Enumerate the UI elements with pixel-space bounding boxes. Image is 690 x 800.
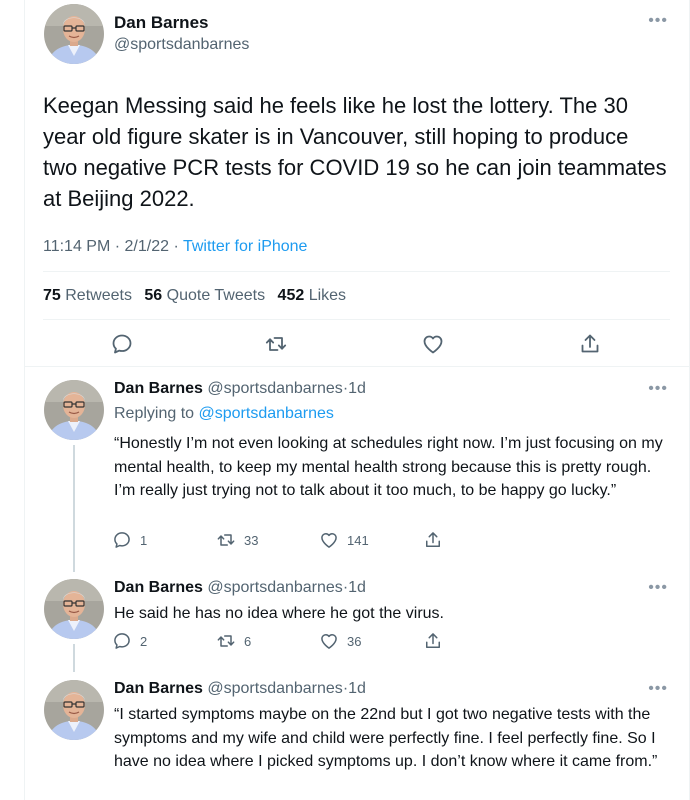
reply-tweet: Dan Barnes @sportsdanbarnes·1d ••• “I st… bbox=[24, 680, 690, 800]
quotes-stat[interactable]: 56 Quote Tweets bbox=[144, 287, 265, 304]
author-handle[interactable]: @sportsdanbarnes bbox=[207, 680, 342, 697]
section-divider bbox=[24, 366, 690, 367]
like-icon[interactable] bbox=[421, 332, 445, 356]
like-count: 36 bbox=[347, 633, 362, 649]
reply-header: Dan Barnes @sportsdanbarnes·1d bbox=[114, 680, 366, 698]
quotes-label: Quote Tweets bbox=[166, 287, 266, 304]
main-tweet: Dan Barnes @sportsdanbarnes ••• Keegan M… bbox=[24, 0, 690, 366]
author-name[interactable]: Dan Barnes bbox=[114, 680, 203, 697]
tweet-stats: 75 Retweets 56 Quote Tweets 452 Likes bbox=[43, 287, 346, 305]
avatar[interactable] bbox=[44, 579, 104, 639]
avatar[interactable] bbox=[44, 680, 104, 740]
reply-text: He said he has no idea where he got the … bbox=[114, 605, 444, 622]
tweet-actions bbox=[24, 330, 690, 358]
like-icon[interactable]: 141 bbox=[319, 530, 369, 550]
time-ago[interactable]: 1d bbox=[348, 680, 366, 697]
retweets-label: Retweets bbox=[65, 287, 132, 304]
reply-tweet: Dan Barnes @sportsdanbarnes·1d ••• Reply… bbox=[24, 380, 690, 570]
author-name[interactable]: Dan Barnes bbox=[114, 13, 208, 33]
author-handle[interactable]: @sportsdanbarnes bbox=[114, 36, 249, 54]
likes-label: Likes bbox=[308, 287, 347, 304]
retweet-count: 6 bbox=[244, 633, 252, 649]
meta-separator: · bbox=[114, 238, 121, 255]
reply-text: “I started symptoms maybe on the 22nd bu… bbox=[114, 706, 658, 770]
tweet-date[interactable]: 2/1/22 bbox=[125, 238, 169, 255]
like-icon[interactable]: 36 bbox=[319, 631, 361, 651]
retweet-icon[interactable]: 33 bbox=[216, 530, 258, 550]
reply-tweet: Dan Barnes @sportsdanbarnes·1d ••• He sa… bbox=[24, 579, 690, 661]
reply-count: 2 bbox=[140, 633, 148, 649]
retweet-icon[interactable] bbox=[264, 332, 288, 356]
likes-count: 452 bbox=[277, 287, 305, 304]
reply-icon[interactable]: 1 bbox=[112, 530, 147, 550]
more-icon[interactable]: ••• bbox=[648, 12, 668, 30]
reply-actions: 1 33 141 bbox=[24, 530, 690, 550]
share-icon[interactable] bbox=[578, 332, 602, 356]
more-icon[interactable]: ••• bbox=[648, 579, 668, 597]
reply-icon[interactable]: 2 bbox=[112, 631, 147, 651]
like-count: 141 bbox=[347, 532, 369, 548]
tweet-source[interactable]: Twitter for iPhone bbox=[183, 238, 308, 255]
reply-icon[interactable] bbox=[110, 332, 134, 356]
time-ago[interactable]: 1d bbox=[348, 380, 366, 397]
author-handle[interactable]: @sportsdanbarnes bbox=[207, 579, 342, 596]
avatar[interactable] bbox=[44, 4, 104, 64]
avatar[interactable] bbox=[44, 380, 104, 440]
tweet-time[interactable]: 11:14 PM bbox=[43, 238, 110, 255]
quotes-count: 56 bbox=[144, 287, 163, 304]
reply-text: “Honestly I’m not even looking at schedu… bbox=[114, 435, 663, 499]
author-handle[interactable]: @sportsdanbarnes bbox=[207, 380, 342, 397]
share-icon[interactable] bbox=[423, 530, 443, 550]
more-icon[interactable]: ••• bbox=[648, 680, 668, 698]
reply-header: Dan Barnes @sportsdanbarnes·1d bbox=[114, 380, 366, 398]
time-ago[interactable]: 1d bbox=[348, 579, 366, 596]
tweet-text: Keegan Messing said he feels like he los… bbox=[43, 93, 667, 211]
retweet-count: 33 bbox=[244, 532, 259, 548]
replying-to-link[interactable]: @sportsdanbarnes bbox=[199, 405, 334, 422]
share-icon[interactable] bbox=[423, 631, 443, 651]
retweet-icon[interactable]: 6 bbox=[216, 631, 251, 651]
replying-prefix: Replying to bbox=[114, 405, 195, 422]
divider bbox=[43, 319, 670, 320]
reply-actions: 2 6 36 bbox=[24, 631, 690, 651]
tweet-meta: 11:14 PM · 2/1/22 · Twitter for iPhone bbox=[43, 238, 307, 256]
reply-count: 1 bbox=[140, 532, 148, 548]
reply-header: Dan Barnes @sportsdanbarnes·1d bbox=[114, 579, 366, 597]
more-icon[interactable]: ••• bbox=[648, 380, 668, 398]
author-name[interactable]: Dan Barnes bbox=[114, 579, 203, 596]
divider bbox=[43, 271, 670, 272]
retweets-stat[interactable]: 75 Retweets bbox=[43, 287, 132, 304]
author-name[interactable]: Dan Barnes bbox=[114, 380, 203, 397]
likes-stat[interactable]: 452 Likes bbox=[278, 287, 347, 304]
replying-to: Replying to @sportsdanbarnes bbox=[114, 405, 334, 423]
retweets-count: 75 bbox=[43, 287, 61, 304]
meta-separator: · bbox=[173, 238, 179, 255]
